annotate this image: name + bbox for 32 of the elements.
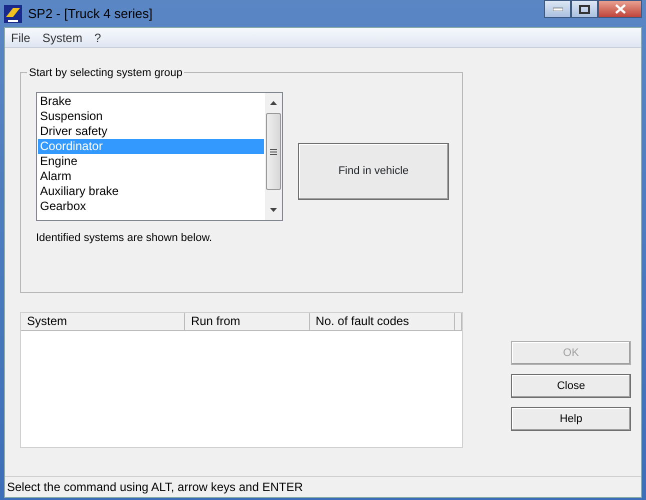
close-icon [614, 4, 626, 14]
minimize-icon [552, 7, 562, 11]
list-item[interactable]: Brake [38, 94, 264, 109]
window-title: SP2 - [Truck 4 series] [28, 4, 152, 23]
list-item[interactable]: Alarm [38, 169, 264, 184]
close-window-button[interactable] [598, 0, 642, 18]
status-bar: Select the command using ALT, arrow keys and ENTER [5, 476, 641, 497]
list-item[interactable]: Suspension [38, 109, 264, 124]
menu-item[interactable]: System [36, 28, 88, 46]
list-item[interactable]: Engine [38, 154, 264, 169]
column-header[interactable]: System [21, 313, 185, 331]
scroll-thumb[interactable] [266, 113, 281, 190]
maximize-button[interactable] [571, 0, 598, 18]
list-item[interactable]: Gearbox [38, 199, 264, 214]
scroll-down-icon[interactable] [269, 206, 278, 214]
dialog-button[interactable]: Close [511, 374, 631, 398]
scroll-up-icon[interactable] [269, 99, 278, 107]
menu-item[interactable]: File [5, 28, 36, 46]
system-group-list[interactable]: Brake Suspension Driver safety Coordinator Engine Alarm Auxiliary brake Gearbox [36, 92, 283, 221]
dialog-button[interactable]: Help [511, 407, 631, 431]
column-header[interactable]: No. of fault codes [310, 313, 455, 331]
minimize-button[interactable] [544, 0, 571, 18]
find-in-vehicle-button[interactable]: Find in vehicle [298, 143, 449, 200]
maximize-icon [579, 4, 590, 14]
menu-item[interactable]: ? [88, 28, 108, 46]
app-logo-icon [4, 4, 22, 22]
scrollbar[interactable] [265, 93, 282, 220]
column-header[interactable]: Run from [184, 313, 310, 331]
list-item[interactable]: Auxiliary brake [38, 184, 264, 199]
list-item[interactable]: Driver safety [38, 124, 264, 139]
info-text: Identified systems are shown below. [36, 231, 214, 246]
group-title: Start by selecting system group [27, 65, 184, 82]
